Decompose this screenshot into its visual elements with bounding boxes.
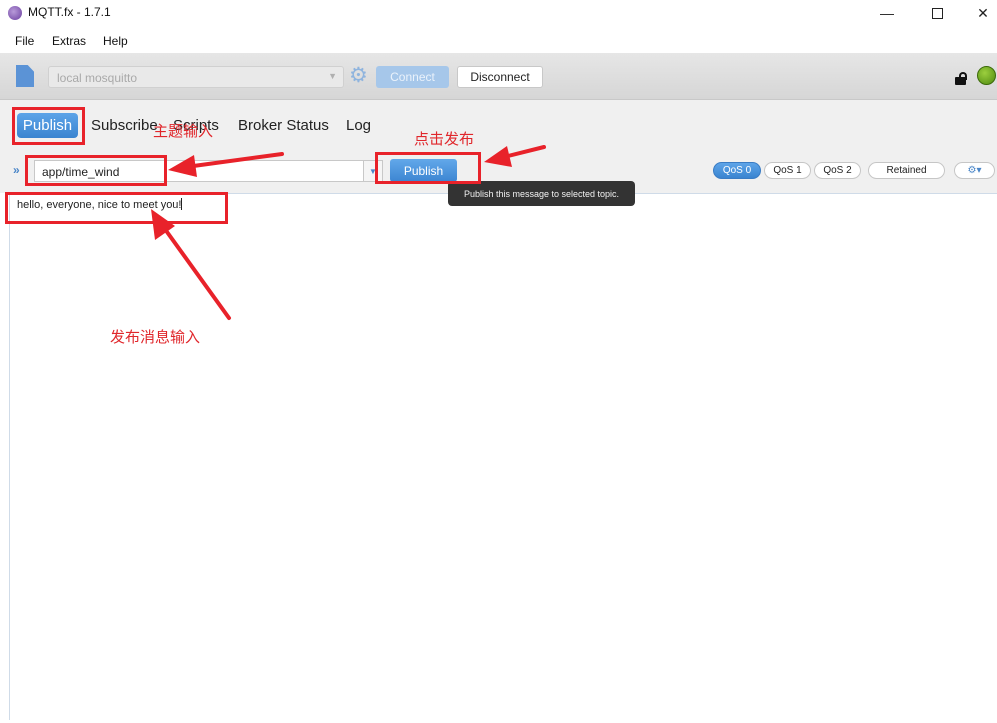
title-bar: MQTT.fx - 1.7.1 — ✕ (0, 0, 997, 26)
double-chevron-right-icon[interactable]: » (13, 163, 20, 177)
unlock-icon (955, 72, 968, 85)
maximize-icon (931, 7, 943, 19)
minimize-icon: — (880, 5, 894, 21)
window-title: MQTT.fx - 1.7.1 (28, 5, 111, 19)
annotation-topic-note: 主题输入 (153, 123, 214, 140)
annotation-box-message (5, 192, 228, 224)
annotation-message-note: 发布消息输入 (110, 329, 201, 346)
app-window: MQTT.fx - 1.7.1 — ✕ File Extras Help loc… (0, 0, 997, 723)
connect-button[interactable]: Connect (376, 66, 449, 88)
publish-options-button[interactable]: ⚙▾ (954, 162, 995, 179)
tab-subscribe[interactable]: Subscribe (91, 117, 158, 134)
retained-toggle[interactable]: Retained (868, 162, 945, 179)
connection-profile-select[interactable]: local mosquitto ▼ (48, 66, 344, 88)
annotation-box-topic (25, 155, 167, 186)
qos2-toggle[interactable]: QoS 2 (814, 162, 861, 179)
qos0-toggle[interactable]: QoS 0 (713, 162, 761, 179)
menu-help[interactable]: Help (103, 34, 128, 48)
annotation-box-publish-tab (12, 107, 85, 145)
mqttfx-logo-icon (8, 6, 22, 20)
annotation-click-note: 点击发布 (414, 131, 475, 148)
menu-file[interactable]: File (15, 34, 34, 48)
maximize-button[interactable] (914, 0, 960, 26)
profile-name: local mosquitto (57, 71, 138, 85)
gear-icon[interactable]: ⚙ (349, 65, 368, 87)
gears-icon: ⚙▾ (967, 165, 982, 176)
close-icon: ✕ (977, 4, 989, 21)
chevron-down-icon: ▼ (328, 71, 337, 81)
minimize-button[interactable]: — (864, 0, 910, 26)
disconnect-button[interactable]: Disconnect (457, 66, 543, 88)
profile-file-icon[interactable] (16, 65, 34, 87)
menu-extras[interactable]: Extras (52, 34, 86, 48)
message-editor[interactable] (9, 193, 997, 720)
qos1-toggle[interactable]: QoS 1 (764, 162, 811, 179)
tab-broker-status[interactable]: Broker Status (238, 117, 329, 134)
annotation-box-publish-button (375, 152, 481, 184)
tab-log[interactable]: Log (346, 117, 371, 134)
connection-toolbar: local mosquitto ▼ ⚙ Connect Disconnect (0, 53, 997, 100)
connection-status-indicator (977, 66, 996, 85)
close-button[interactable]: ✕ (960, 0, 997, 26)
menu-bar: File Extras Help (0, 28, 997, 52)
publish-tooltip: Publish this message to selected topic. (448, 181, 635, 206)
